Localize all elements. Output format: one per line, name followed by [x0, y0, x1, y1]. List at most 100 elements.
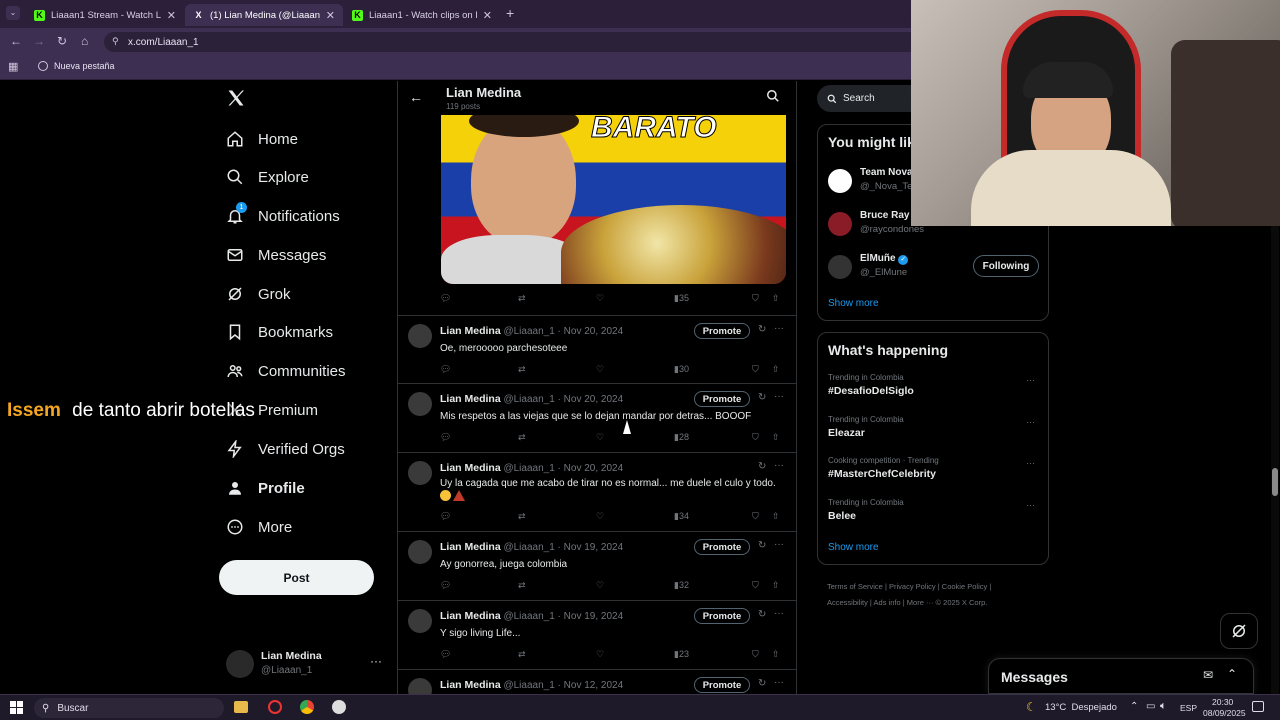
trend-item[interactable]: Trending in Colombia Belee ···	[828, 498, 1040, 528]
promote-button[interactable]: Promote	[694, 677, 750, 693]
browser-tab-kick-stream[interactable]: K Liaaan1 Stream - Watch Live on ✕	[26, 4, 184, 26]
network-icon[interactable]: ▭	[1146, 701, 1155, 712]
apps-grid-icon[interactable]: ▦	[8, 60, 18, 73]
tweet[interactable]: Lian Medina @Liaaan_1 · Nov 19, 2024 Pro…	[398, 601, 796, 670]
reply-icon[interactable]: 💬︎	[440, 580, 451, 591]
trend-item[interactable]: Trending in Colombia Eleazar ···	[828, 415, 1040, 445]
share-icon[interactable]: ⇧	[772, 432, 780, 443]
share-icon[interactable]: ⇧	[772, 293, 780, 304]
more-dots-icon[interactable]: ···	[370, 654, 382, 668]
clock-date[interactable]: 08/09/2025	[1203, 708, 1246, 718]
chrome-icon[interactable]	[300, 700, 314, 714]
views-count[interactable]: ▮ 23	[674, 649, 689, 660]
views-count[interactable]: ▮ 28	[674, 432, 689, 443]
more-dots-icon[interactable]: ···	[774, 323, 784, 334]
weather-text[interactable]: 13°C Despejado	[1045, 702, 1117, 713]
views-count[interactable]: ▮ 30	[674, 364, 689, 375]
sidebar-item-more[interactable]: More	[226, 512, 292, 542]
repost-icon[interactable]: ⇄	[518, 432, 526, 443]
avatar[interactable]	[408, 609, 432, 633]
footer-link[interactable]: Terms of Service	[827, 582, 883, 591]
repost-icon[interactable]: ⇄	[518, 649, 526, 660]
more-dots-icon[interactable]: ···	[1026, 458, 1035, 468]
author-name[interactable]: Lian Medina	[440, 393, 501, 405]
share-icon[interactable]: ⇧	[772, 364, 780, 375]
author-name[interactable]: Lian Medina	[440, 325, 501, 337]
sidebar-item-notifications[interactable]: 1 Notifications	[226, 201, 340, 231]
share-icon[interactable]: ⇧	[772, 580, 780, 591]
show-more-link[interactable]: Show more	[828, 542, 879, 553]
footer-link[interactable]: Accessibility	[827, 598, 868, 607]
footer-link[interactable]: Ads info	[874, 598, 901, 607]
windows-start-icon[interactable]	[10, 701, 23, 714]
repost-icon[interactable]: ⇄	[518, 580, 526, 591]
promote-button[interactable]: Promote	[694, 539, 750, 555]
app-icon[interactable]	[268, 700, 282, 714]
volume-icon[interactable]: 🔈︎	[1160, 700, 1167, 713]
more-dots-icon[interactable]: ···	[774, 391, 784, 402]
repost-icon[interactable]: ⇄	[518, 293, 526, 304]
avatar[interactable]	[408, 540, 432, 564]
reply-icon[interactable]: 💬︎	[440, 649, 451, 660]
taskbar-search[interactable]: ⚲ Buscar	[34, 698, 224, 718]
share-icon[interactable]: ⇧	[772, 511, 780, 522]
reply-icon[interactable]: 💬︎	[440, 511, 451, 522]
more-dots-icon[interactable]: ···	[774, 608, 784, 619]
author-name[interactable]: Lian Medina	[440, 610, 501, 622]
clock-time[interactable]: 20:30	[1212, 697, 1233, 707]
sidebar-item-bookmarks[interactable]: Bookmarks	[226, 317, 333, 347]
sidebar-item-explore[interactable]: Explore	[226, 162, 309, 192]
x-logo-icon[interactable]	[226, 88, 248, 110]
bookmark-icon[interactable]: ⛉	[752, 580, 759, 591]
trend-item[interactable]: Trending in Colombia #DesafioDelSiglo ··…	[828, 373, 1040, 403]
avatar[interactable]	[408, 324, 432, 348]
sidebar-item-profile[interactable]: Profile	[226, 473, 305, 503]
promote-button[interactable]: Promote	[694, 391, 750, 407]
like-icon[interactable]: ♡	[596, 580, 604, 591]
browser-tab-kick-clips[interactable]: K Liaaan1 - Watch clips on Kick ✕	[344, 4, 500, 26]
back-arrow-icon[interactable]: ←	[409, 89, 423, 105]
sidebar-item-grok[interactable]: Grok	[226, 279, 291, 309]
like-icon[interactable]: ♡	[596, 364, 604, 375]
post-media-image[interactable]: BARATO	[441, 115, 786, 284]
messages-drawer[interactable]: Messages ✉ ⌃	[988, 658, 1254, 694]
like-icon[interactable]: ♡	[596, 432, 604, 443]
like-icon[interactable]: ♡	[596, 511, 604, 522]
home-browser-icon[interactable]: ⌂	[81, 34, 88, 48]
close-tab-icon[interactable]: ✕	[483, 9, 492, 22]
bookmark-new-tab[interactable]: Nueva pestaña	[54, 61, 115, 71]
views-count[interactable]: ▮ 32	[674, 580, 689, 591]
reply-icon[interactable]: 💬︎	[440, 432, 451, 443]
tab-list-button[interactable]: ⌄	[6, 6, 20, 20]
more-dots-icon[interactable]: ···	[774, 677, 784, 688]
browser-tab-x-profile[interactable]: X (1) Lian Medina (@Liaaan_1) / X ✕	[185, 4, 343, 26]
reply-icon[interactable]: 💬︎	[440, 293, 451, 304]
bookmark-icon[interactable]: ⛉	[752, 364, 759, 375]
views-count[interactable]: ▮ 34	[674, 511, 689, 522]
tweet[interactable]: Lian Medina @Liaaan_1 · Nov 20, 2024 ↻ ·…	[398, 453, 796, 532]
close-tab-icon[interactable]: ✕	[326, 9, 335, 22]
sidebar-item-home[interactable]: Home	[226, 124, 298, 154]
forward-icon[interactable]: →	[33, 34, 45, 48]
search-icon[interactable]	[766, 89, 780, 108]
repost-icon[interactable]: ⇄	[518, 364, 526, 375]
footer-link[interactable]: More ···	[907, 598, 934, 607]
reload-icon[interactable]: ↻	[57, 34, 67, 48]
avatar[interactable]	[408, 392, 432, 416]
site-info-icon[interactable]: ⚲	[112, 36, 119, 47]
author-name[interactable]: Lian Medina	[440, 462, 501, 474]
more-dots-icon[interactable]: ···	[1026, 500, 1035, 510]
like-icon[interactable]: ♡	[596, 293, 604, 304]
more-dots-icon[interactable]: ···	[1026, 417, 1035, 427]
bookmark-icon[interactable]: ⛉	[752, 432, 759, 443]
sidebar-item-verified-orgs[interactable]: Verified Orgs	[226, 434, 345, 464]
grok-icon[interactable]: ↻	[758, 392, 766, 403]
tweet[interactable]: Lian Medina @Liaaan_1 · Nov 20, 2024 Pro…	[398, 384, 796, 453]
grok-floating-button[interactable]	[1220, 613, 1258, 649]
chevron-up-icon[interactable]: ⌃	[1227, 667, 1237, 681]
file-explorer-icon[interactable]	[234, 701, 248, 713]
bookmark-icon[interactable]: ⛉	[752, 511, 759, 522]
grok-icon[interactable]: ↻	[758, 678, 766, 689]
app-icon[interactable]	[332, 700, 346, 714]
grok-icon[interactable]: ↻	[758, 461, 766, 472]
